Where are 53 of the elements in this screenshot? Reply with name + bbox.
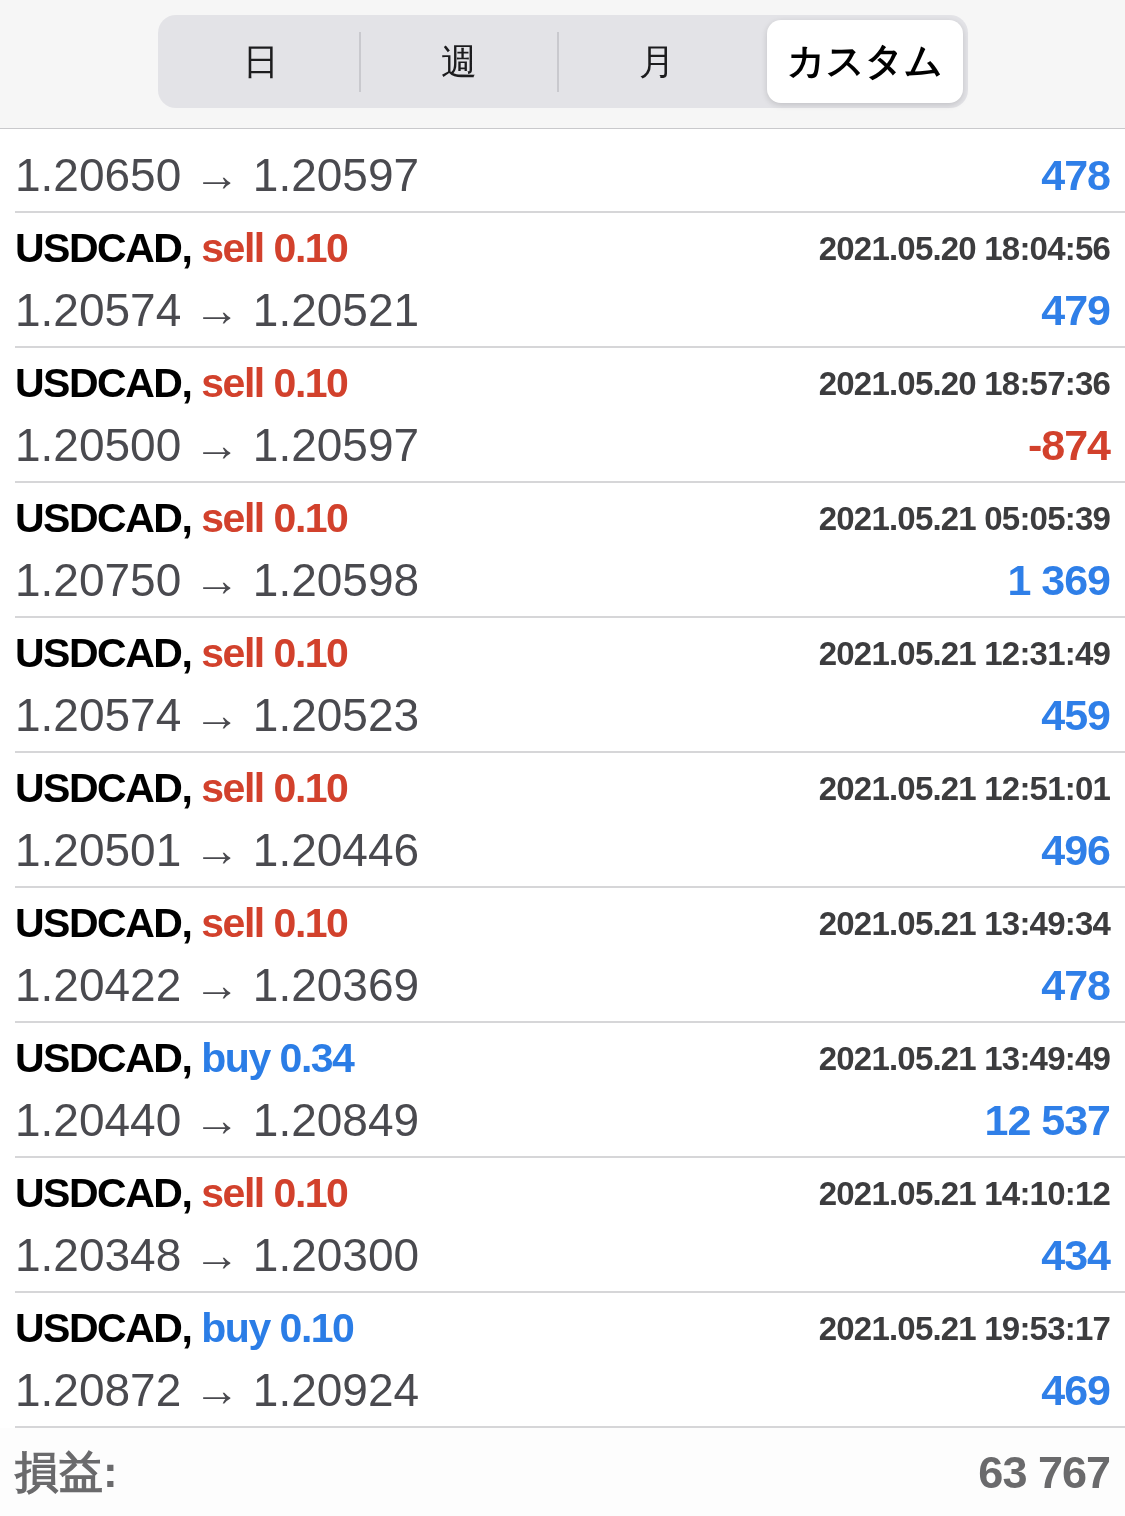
- trade-time: 2021.05.20 18:57:36: [818, 366, 1110, 400]
- currency-pair: USDCAD,: [15, 227, 192, 269]
- period-tab[interactable]: 週: [360, 20, 557, 103]
- period-tab[interactable]: 月: [558, 20, 755, 103]
- profit-value: 496: [1041, 828, 1110, 872]
- order-type: buy 0.10: [201, 1307, 354, 1349]
- summary-label: 損益:: [15, 1450, 118, 1494]
- order-type: sell 0.10: [201, 902, 348, 944]
- trade-time: 2021.05.21 12:51:01: [818, 771, 1110, 805]
- profit-value: 1 369: [1007, 558, 1110, 602]
- price-change: 1.20500 → 1.20597: [15, 422, 420, 468]
- price-change: 1.20750 → 1.20598: [15, 557, 420, 603]
- price-change: 1.20650 → 1.20597: [15, 152, 420, 198]
- trade-time: 2021.05.20 18:04:56: [818, 231, 1110, 265]
- price-change: 1.20574 → 1.20521: [15, 287, 420, 333]
- currency-pair: USDCAD,: [15, 1037, 192, 1079]
- order-type: sell 0.10: [201, 632, 348, 674]
- trade-time: 2021.05.21 14:10:12: [818, 1176, 1110, 1210]
- trade-time: 2021.05.21 13:49:49: [818, 1041, 1110, 1075]
- price-change: 1.20574 → 1.20523: [15, 692, 420, 738]
- profit-value: 478: [1041, 153, 1110, 197]
- trade-time: 2021.05.21 13:49:34: [818, 906, 1110, 940]
- order-type: sell 0.10: [201, 362, 348, 404]
- order-type: buy 0.34: [201, 1037, 354, 1079]
- order-type: sell 0.10: [201, 227, 348, 269]
- profit-value: 469: [1041, 1368, 1110, 1412]
- currency-pair: USDCAD,: [15, 767, 192, 809]
- profit-value: -874: [1027, 423, 1110, 467]
- trade-time: 2021.05.21 19:53:17: [818, 1311, 1110, 1345]
- profit-value: 12 537: [984, 1098, 1110, 1142]
- period-tab[interactable]: 日: [162, 20, 359, 103]
- currency-pair: USDCAD,: [15, 497, 192, 539]
- profit-value: 459: [1041, 693, 1110, 737]
- price-change: 1.20348 → 1.20300: [15, 1232, 420, 1278]
- currency-pair: USDCAD,: [15, 1307, 192, 1349]
- summary-value: 63 767: [978, 1449, 1110, 1495]
- price-change: 1.20440 → 1.20849: [15, 1097, 420, 1143]
- price-change: 1.20422 → 1.20369: [15, 962, 420, 1008]
- profit-value: 478: [1041, 963, 1110, 1007]
- currency-pair: USDCAD,: [15, 1172, 192, 1214]
- price-change: 1.20872 → 1.20924: [15, 1367, 420, 1413]
- period-tab[interactable]: カスタム: [766, 20, 963, 103]
- currency-pair: USDCAD,: [15, 902, 192, 944]
- order-type: sell 0.10: [201, 767, 348, 809]
- order-type: sell 0.10: [201, 497, 348, 539]
- trade-time: 2021.05.21 12:31:49: [818, 636, 1110, 670]
- currency-pair: USDCAD,: [15, 632, 192, 674]
- order-type: sell 0.10: [201, 1172, 348, 1214]
- profit-value: 434: [1041, 1233, 1110, 1277]
- trade-time: 2021.05.21 05:05:39: [818, 501, 1110, 535]
- profit-value: 479: [1041, 288, 1110, 332]
- currency-pair: USDCAD,: [15, 362, 192, 404]
- price-change: 1.20501 → 1.20446: [15, 827, 420, 873]
